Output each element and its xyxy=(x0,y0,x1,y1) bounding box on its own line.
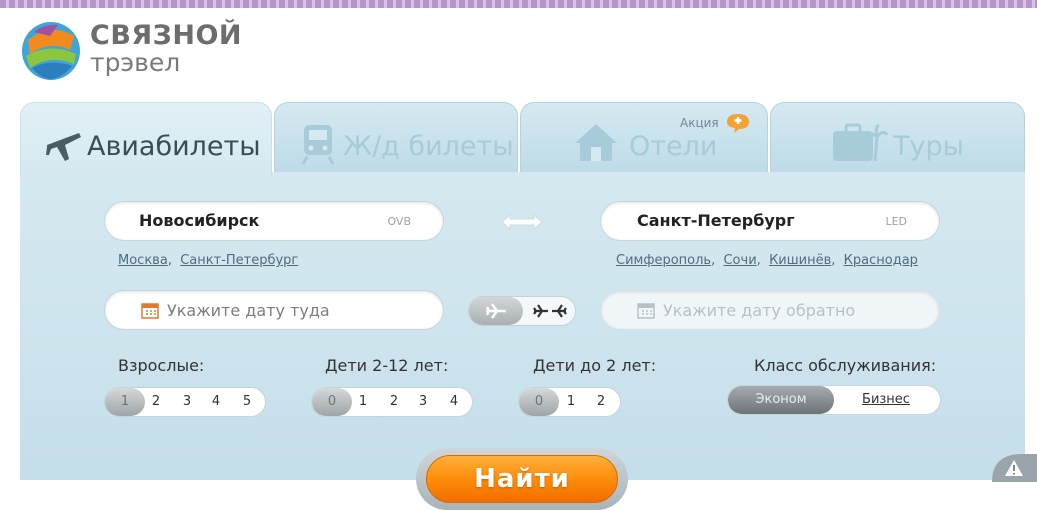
adults-option[interactable]: 3 xyxy=(176,388,198,416)
tab-hotels-label: Отели xyxy=(629,131,718,162)
from-quick-links: Москва, Санкт-Петербург xyxy=(118,253,299,268)
logo[interactable]: СВЯЗНОЙ трэвел xyxy=(20,18,270,84)
tab-tours[interactable]: Туры xyxy=(770,102,1025,174)
globe-icon xyxy=(22,22,80,80)
tab-bar: Авиабилеты Ж/д билеты Отели Туры xyxy=(20,102,1025,176)
adults-option[interactable]: 1 xyxy=(105,388,145,416)
children-option[interactable]: 3 xyxy=(412,388,434,416)
class-label: Класс обслуживания: xyxy=(754,356,937,375)
to-code: LED xyxy=(885,215,907,228)
to-quick-links: Симферополь, Сочи, Кишинёв, Краснодар xyxy=(616,253,918,268)
depart-date-field[interactable]: Укажите дату туда xyxy=(104,290,444,330)
return-date-placeholder: Укажите дату обратно xyxy=(663,301,856,320)
children-option[interactable]: 1 xyxy=(352,388,374,416)
calendar-icon xyxy=(637,303,655,319)
tab-avia[interactable]: Авиабилеты xyxy=(20,102,272,176)
tab-tours-label: Туры xyxy=(893,131,964,162)
tab-avia-label: Авиабилеты xyxy=(87,131,261,162)
infants-option[interactable]: 2 xyxy=(590,388,612,416)
to-quick-2[interactable]: Кишинёв xyxy=(769,253,831,268)
tab-train-label: Ж/д билеты xyxy=(343,131,514,162)
infants-option[interactable]: 1 xyxy=(560,388,582,416)
class-selector[interactable]: Эконом Бизнес xyxy=(727,385,941,415)
top-border xyxy=(0,0,1037,8)
children-option[interactable]: 0 xyxy=(312,388,352,416)
adults-option[interactable]: 5 xyxy=(236,388,258,416)
adults-label: Взрослые: xyxy=(118,356,205,375)
to-quick-0[interactable]: Симферополь xyxy=(616,253,711,268)
from-field[interactable]: Новосибирск OVB xyxy=(104,201,444,241)
infants-option[interactable]: 0 xyxy=(519,388,559,416)
suitcase-icon xyxy=(833,123,889,162)
infants-label: Дети до 2 лет: xyxy=(533,356,657,375)
calendar-icon xyxy=(141,303,159,319)
children-option[interactable]: 4 xyxy=(443,388,465,416)
business-option[interactable]: Бизнес xyxy=(846,386,926,414)
economy-option[interactable]: Эконом xyxy=(728,386,834,414)
from-code: OVB xyxy=(387,215,411,228)
infants-selector[interactable]: 0 1 2 xyxy=(518,387,621,417)
to-quick-3[interactable]: Краснодар xyxy=(844,253,918,268)
brand-sub: трэвел xyxy=(90,48,181,77)
adults-option[interactable]: 4 xyxy=(205,388,227,416)
return-date-field[interactable]: Укажите дату обратно xyxy=(600,290,940,330)
brand-name: СВЯЗНОЙ xyxy=(90,20,243,51)
depart-date-placeholder: Укажите дату туда xyxy=(167,301,330,320)
trip-type-toggle[interactable] xyxy=(468,296,576,326)
tab-train[interactable]: Ж/д билеты xyxy=(274,102,518,174)
from-city: Новосибирск xyxy=(139,211,260,230)
adults-option[interactable]: 2 xyxy=(145,388,167,416)
swap-icon[interactable] xyxy=(500,212,544,232)
house-icon xyxy=(575,124,617,161)
round-trip-icon[interactable] xyxy=(533,302,567,320)
plane-icon xyxy=(46,133,81,161)
from-quick-1[interactable]: Санкт-Петербург xyxy=(180,253,298,268)
search-button[interactable]: Найти xyxy=(426,455,618,503)
warning-icon[interactable] xyxy=(992,452,1037,482)
adults-selector[interactable]: 1 2 3 4 5 xyxy=(104,387,266,417)
promo-icon xyxy=(727,114,749,133)
to-field[interactable]: Санкт-Петербург LED xyxy=(600,201,940,241)
one-way-plane-icon xyxy=(485,303,506,319)
train-icon xyxy=(301,125,335,165)
one-way-option[interactable] xyxy=(469,297,523,325)
to-city: Санкт-Петербург xyxy=(637,211,795,230)
promo-badge: Акция xyxy=(680,116,719,130)
children-label: Дети 2-12 лет: xyxy=(325,356,449,375)
children-selector[interactable]: 0 1 2 3 4 xyxy=(311,387,473,417)
children-option[interactable]: 2 xyxy=(383,388,405,416)
from-quick-0[interactable]: Москва xyxy=(118,253,168,268)
to-quick-1[interactable]: Сочи xyxy=(723,253,756,268)
